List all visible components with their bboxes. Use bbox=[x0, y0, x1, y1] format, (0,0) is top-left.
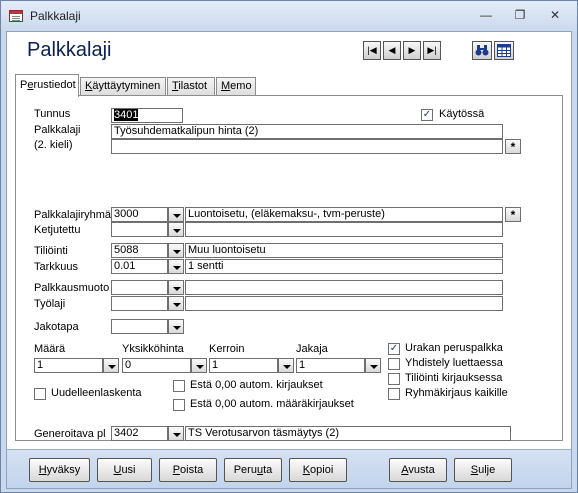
title-bar: Palkkalaji — ❐ ✕ bbox=[1, 1, 577, 31]
minimize-button[interactable]: — bbox=[475, 7, 497, 25]
uudelleenlaskenta-label: Uudelleenlaskenta bbox=[51, 387, 142, 399]
form-client-area: Palkkalaji |◀ ◀ ▶ ▶| Perustiedot Käyttäy… bbox=[6, 31, 572, 489]
ketjutettu-label: Ketjutettu bbox=[34, 224, 81, 236]
tarkkuus-dropdown-button[interactable] bbox=[168, 259, 184, 274]
previous-record-button[interactable]: ◀ bbox=[383, 41, 401, 60]
tiliointi-combo[interactable]: 5088 bbox=[111, 243, 168, 258]
generoitava-pl-combo[interactable]: 3402 bbox=[111, 426, 168, 441]
yksikkohinta-combo[interactable]: 0 bbox=[122, 358, 191, 373]
palkkausmuoto-description bbox=[185, 280, 503, 295]
uusi-button[interactable]: Uusi bbox=[97, 458, 152, 482]
tarkkuus-label: Tarkkuus bbox=[34, 261, 79, 273]
find-button[interactable] bbox=[472, 41, 492, 60]
generoitava-pl-dropdown-button[interactable] bbox=[168, 426, 184, 441]
esta-kirjaukset-label: Estä 0,00 autom. kirjaukset bbox=[190, 379, 323, 391]
urakan-peruspalkka-checkbox[interactable]: ✓ bbox=[388, 343, 400, 355]
palkkalajiryhma-label: Palkkalajiryhmä bbox=[34, 209, 112, 221]
kaytossa-checkbox[interactable]: ✓ bbox=[421, 109, 433, 121]
tiliointi-label: Tiliöinti bbox=[34, 245, 68, 257]
jakaja-combo[interactable]: 1 bbox=[296, 358, 365, 373]
kieli2-label: (2. kieli) bbox=[34, 139, 73, 151]
peruuta-button[interactable]: Peruuta bbox=[224, 458, 282, 482]
palkkalajiryhma-dropdown-button[interactable] bbox=[168, 207, 184, 222]
palkkalaji-input[interactable]: Työsuhdematkalipun hinta (2) bbox=[111, 124, 503, 139]
app-window: Palkkalaji — ❐ ✕ Palkkalaji |◀ ◀ ▶ ▶| Pe… bbox=[0, 0, 578, 493]
kerroin-combo[interactable]: 1 bbox=[209, 358, 278, 373]
esta-maarakirjaukset-label: Estä 0,00 autom. määräkirjaukset bbox=[190, 398, 354, 410]
jakotapa-combo[interactable] bbox=[111, 319, 168, 334]
jakotapa-label: Jakotapa bbox=[34, 321, 79, 333]
tiliointi-dropdown-button[interactable] bbox=[168, 243, 184, 258]
tyolaji-description bbox=[185, 296, 503, 311]
tunnus-input[interactable]: 3401 bbox=[111, 108, 183, 123]
generoitava-pl-description: TS Verotusarvon täsmäytys (2) bbox=[185, 426, 511, 441]
tiliointi-kirjauksessa-label: Tiliöinti kirjauksessa bbox=[405, 372, 503, 384]
ketjutettu-description bbox=[185, 222, 503, 237]
maara-combo[interactable]: 1 bbox=[34, 358, 103, 373]
kaytossa-label: Käytössä bbox=[439, 108, 485, 120]
palkkausmuoto-combo[interactable] bbox=[111, 280, 168, 295]
kerroin-label: Kerroin bbox=[209, 343, 245, 355]
first-record-button[interactable]: |◀ bbox=[363, 41, 381, 60]
palkkausmuoto-label: Palkkausmuoto bbox=[34, 282, 110, 294]
maara-dropdown-button[interactable] bbox=[103, 358, 119, 373]
tab-panel-perustiedot: Tunnus 3401 ✓ Käytössä Palkkalaji Työsuh… bbox=[15, 95, 563, 441]
ketjutettu-combo[interactable] bbox=[111, 222, 168, 237]
palkkalaji-label: Palkkalaji bbox=[34, 124, 81, 136]
maara-label: Määrä bbox=[34, 343, 66, 355]
yksikkohinta-dropdown-button[interactable] bbox=[191, 358, 207, 373]
tab-perustiedot[interactable]: Perustiedot bbox=[15, 74, 79, 97]
jakotapa-dropdown-button[interactable] bbox=[168, 319, 184, 334]
poista-button[interactable]: Poista bbox=[159, 458, 217, 482]
button-bar: Hyväksy Uusi Poista Peruuta Kopioi Avust… bbox=[7, 449, 571, 488]
page-title: Palkkalaji bbox=[27, 39, 112, 61]
palkkalajiryhma-combo[interactable]: 3000 bbox=[111, 207, 168, 222]
table-grid-icon bbox=[497, 44, 511, 57]
ryhmakirjaus-kaikille-checkbox[interactable] bbox=[388, 388, 400, 400]
avusta-button[interactable]: Avusta bbox=[389, 458, 447, 482]
tab-kayttaytyminen[interactable]: Käyttäytyminen bbox=[80, 77, 166, 95]
yhdistely-luettaessa-checkbox[interactable] bbox=[388, 358, 400, 370]
ryhmakirjaus-kaikille-label: Ryhmäkirjaus kaikille bbox=[405, 387, 508, 399]
kopioi-button[interactable]: Kopioi bbox=[289, 458, 347, 482]
jakaja-label: Jakaja bbox=[296, 343, 328, 355]
urakan-peruspalkka-label: Urakan peruspalkka bbox=[405, 342, 503, 354]
tyolaji-label: Työlaji bbox=[34, 298, 66, 310]
esta-kirjaukset-checkbox[interactable] bbox=[173, 380, 185, 392]
tarkkuus-description: 1 sentti bbox=[185, 259, 503, 274]
tab-memo[interactable]: Memo bbox=[216, 77, 256, 95]
palkkalajiryhma-star-button[interactable]: * bbox=[505, 207, 521, 222]
binoculars-icon bbox=[475, 45, 489, 56]
window-title: Palkkalaji bbox=[30, 9, 81, 23]
palkkalajiryhma-description: Luontoisetu, (eläkemaksu-, tvm-peruste) bbox=[185, 207, 503, 222]
last-record-button[interactable]: ▶| bbox=[423, 41, 441, 60]
hyvaksy-button[interactable]: Hyväksy bbox=[29, 458, 90, 482]
tyolaji-dropdown-button[interactable] bbox=[168, 296, 184, 311]
tiliointi-description: Muu luontoisetu bbox=[185, 243, 503, 258]
sulje-button[interactable]: Sulje bbox=[454, 458, 512, 482]
restore-button[interactable]: ❐ bbox=[509, 7, 531, 25]
tiliointi-kirjauksessa-checkbox[interactable] bbox=[388, 373, 400, 385]
close-button[interactable]: ✕ bbox=[544, 7, 566, 25]
translate-button[interactable]: * bbox=[505, 139, 521, 154]
kerroin-dropdown-button[interactable] bbox=[278, 358, 294, 373]
palkkalaji-kieli2-input[interactable] bbox=[111, 139, 503, 154]
tab-tilastot[interactable]: Tilastot bbox=[167, 77, 215, 95]
tunnus-label: Tunnus bbox=[34, 108, 71, 120]
yhdistely-luettaessa-label: Yhdistely luettaessa bbox=[405, 357, 503, 369]
jakaja-dropdown-button[interactable] bbox=[365, 358, 381, 373]
uudelleenlaskenta-checkbox[interactable] bbox=[34, 388, 46, 400]
yksikkohinta-label: Yksikköhinta bbox=[122, 343, 184, 355]
datasheet-button[interactable] bbox=[494, 41, 514, 60]
next-record-button[interactable]: ▶ bbox=[403, 41, 421, 60]
palkkausmuoto-dropdown-button[interactable] bbox=[168, 280, 184, 295]
tarkkuus-combo[interactable]: 0.01 bbox=[111, 259, 168, 274]
tyolaji-combo[interactable] bbox=[111, 296, 168, 311]
form-icon bbox=[9, 10, 23, 22]
esta-maarakirjaukset-checkbox[interactable] bbox=[173, 399, 185, 411]
form-header: Palkkalaji |◀ ◀ ▶ ▶| bbox=[7, 32, 571, 70]
generoitava-pl-label: Generoitava pl bbox=[34, 428, 106, 440]
ketjutettu-dropdown-button[interactable] bbox=[168, 222, 184, 237]
